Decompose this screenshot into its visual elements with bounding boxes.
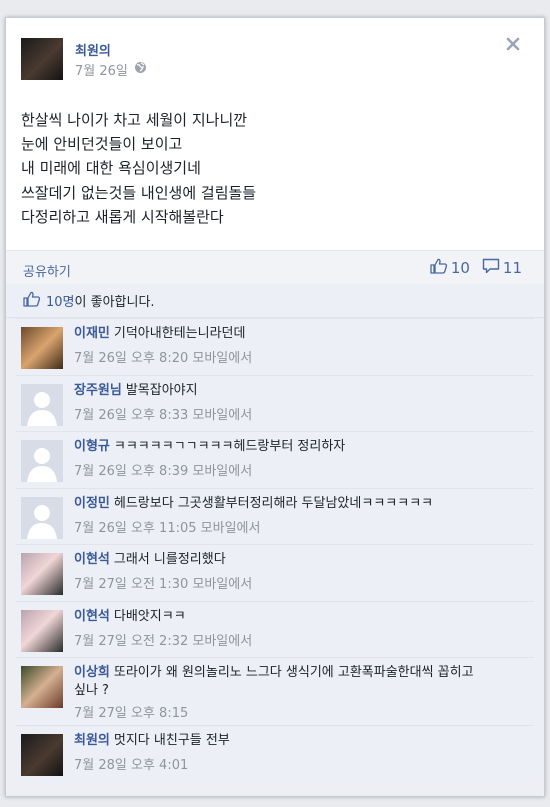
- comment-time[interactable]: 7월 27일 오전 1:30 모바일에서: [74, 573, 252, 592]
- thumbs-up-icon: [430, 258, 448, 278]
- comment-text: 이현석 그래서 니를정리했다: [74, 551, 484, 569]
- comment-message: 그래서 니를정리했다: [113, 552, 226, 567]
- comment-item: 이형규 ㅋㅋㅋㅋㅋㄱㄱㅋㅋㅋ헤드랑부터 정리하자 7월 26일 오후 8:39 모…: [16, 431, 534, 488]
- commenter-avatar[interactable]: [21, 734, 63, 776]
- post-card: 최원의 7월 26일 한살씩 나이가 차고 세월이 지나니깐 눈에 안비던것들이…: [5, 17, 545, 797]
- likes-summary: 10명 이 좋아합니다.: [6, 284, 544, 318]
- commenter-name[interactable]: 이현석: [74, 609, 110, 624]
- comment-time[interactable]: 7월 26일 오후 8:33 모바일에서: [74, 404, 252, 423]
- thumbs-up-icon: [23, 291, 41, 311]
- comment-item: 이현석 그래서 니를정리했다 7월 27일 오전 1:30 모바일에서: [16, 544, 534, 601]
- comment-time[interactable]: 7월 27일 오후 8:15: [74, 702, 188, 721]
- default-avatar-icon[interactable]: [21, 383, 63, 426]
- comment-text: 최원의 멋지다 내친구들 전부: [74, 732, 484, 750]
- comment-item: 이상희 또라이가 왜 원의놀리노 느그다 생식기에 고환폭파술한대씩 꼽히고 싶나…: [16, 657, 534, 725]
- comment-count: 11: [502, 259, 522, 277]
- commenter-avatar[interactable]: [21, 327, 63, 369]
- comment-message: 발목잡아야지: [125, 382, 198, 398]
- commenter-name[interactable]: 장주원님: [74, 383, 122, 398]
- commenter-name[interactable]: 이상희: [74, 665, 110, 680]
- commenter-name[interactable]: 최원의: [74, 733, 110, 748]
- commenter-name[interactable]: 이현석: [74, 552, 110, 567]
- comment-item: 이재민 기덕아내한테는니라던데 7월 26일 오후 8:20 모바일에서: [16, 318, 534, 375]
- share-link[interactable]: 공유하기: [23, 261, 71, 280]
- comment-message: 기덕아내한테는니라던데: [113, 326, 246, 341]
- comment-time[interactable]: 7월 27일 오전 2:32 모바일에서: [74, 630, 252, 649]
- comment-time[interactable]: 7월 28일 오후 4:01: [74, 754, 188, 773]
- default-avatar-icon[interactable]: [21, 496, 63, 539]
- actions-bar: 공유하기 10 11: [6, 250, 544, 284]
- comment-item: 이정민 헤드랑보다 그곳생활부터정리해라 두달남았네ㅋㅋㅋㅋㅋㅋ 7월 26일 오…: [16, 487, 534, 544]
- globe-icon: [134, 61, 147, 78]
- like-count: 10: [450, 259, 470, 277]
- comment-message: ㅋㅋㅋㅋㅋㄱㄱㅋㅋㅋ헤드랑부터 정리하자: [113, 439, 346, 454]
- likes-count-link[interactable]: 10명: [46, 291, 75, 310]
- author-name[interactable]: 최원의: [75, 40, 111, 59]
- commenter-name[interactable]: 이형규: [74, 439, 110, 454]
- comment-icon: [482, 258, 500, 278]
- commenter-name[interactable]: 이정민: [74, 496, 110, 511]
- feedback-counts: 10 11: [422, 258, 522, 278]
- author-avatar[interactable]: [21, 38, 63, 80]
- comment-time[interactable]: 7월 26일 오후 11:05 모바일에서: [74, 517, 260, 536]
- post-line: 한살씩 나이가 차고 세월이 지나니깐: [21, 111, 248, 129]
- comment-item: 장주원님 발목잡아야지 7월 26일 오후 8:33 모바일에서: [16, 374, 534, 431]
- post-text: 한살씩 나이가 차고 세월이 지나니깐 눈에 안비던것들이 보이고 내 미래에 …: [21, 108, 521, 229]
- comment-count-group[interactable]: 11: [482, 258, 522, 278]
- comment-text: 이정민 헤드랑보다 그곳생활부터정리해라 두달남았네ㅋㅋㅋㅋㅋㅋ: [74, 495, 484, 513]
- comment-time[interactable]: 7월 26일 오후 8:39 모바일에서: [74, 460, 252, 479]
- post-line: 쓰잘데기 없는것들 내인생에 걸림돌들: [21, 183, 257, 202]
- comment-text: 이형규 ㅋㅋㅋㅋㅋㄱㄱㅋㅋㅋ헤드랑부터 정리하자: [74, 438, 484, 456]
- comment-message: 멋지다 내친구들 전부: [113, 733, 230, 748]
- post-meta: 7월 26일: [75, 60, 147, 79]
- comment-item: 이현석 다배앗지ㅋㅋ 7월 27일 오전 2:32 모바일에서: [16, 600, 534, 657]
- close-icon[interactable]: [506, 36, 520, 51]
- comment-message: 또라이가 왜 원의놀리노 느그다 생식기에 고환폭파술한대씩 꼽히고 싶나 ?: [74, 665, 474, 698]
- comment-message: 다배앗지ㅋㅋ: [113, 608, 186, 624]
- comment-text: 이상희 또라이가 왜 원의놀리노 느그다 생식기에 고환폭파술한대씩 꼽히고 싶나…: [74, 664, 484, 700]
- default-avatar-icon[interactable]: [21, 440, 63, 482]
- like-count-group[interactable]: 10: [430, 258, 470, 278]
- comment-text: 이현석 다배앗지ㅋㅋ: [74, 608, 484, 626]
- comment-item: 최원의 멋지다 내친구들 전부 7월 28일 오후 4:01: [16, 725, 534, 782]
- post-line: 다정리하고 새롭게 시작해볼란다: [21, 207, 224, 226]
- comment-text: 이재민 기덕아내한테는니라던데: [74, 325, 484, 343]
- comment-message: 헤드랑보다 그곳생활부터정리해라 두달남았네ㅋㅋㅋㅋㅋㅋ: [113, 495, 434, 511]
- commenter-name[interactable]: 이재민: [74, 326, 110, 341]
- post-date[interactable]: 7월 26일: [75, 60, 128, 79]
- comment-text: 장주원님 발목잡아야지: [74, 382, 484, 400]
- comment-time[interactable]: 7월 26일 오후 8:20 모바일에서: [74, 347, 252, 366]
- post-line: 눈에 안비던것들이 보이고: [21, 135, 183, 154]
- feedback-section: 10명 이 좋아합니다. 이재민 기덕아내한테는니라던데 7월 26일 오후 8:…: [6, 284, 544, 796]
- commenter-avatar[interactable]: [21, 666, 63, 708]
- commenter-avatar[interactable]: [21, 609, 63, 652]
- commenter-avatar[interactable]: [21, 553, 63, 595]
- post-line: 내 미래에 대한 욕심이생기네: [21, 159, 201, 178]
- likes-text: 이 좋아합니다.: [74, 295, 155, 310]
